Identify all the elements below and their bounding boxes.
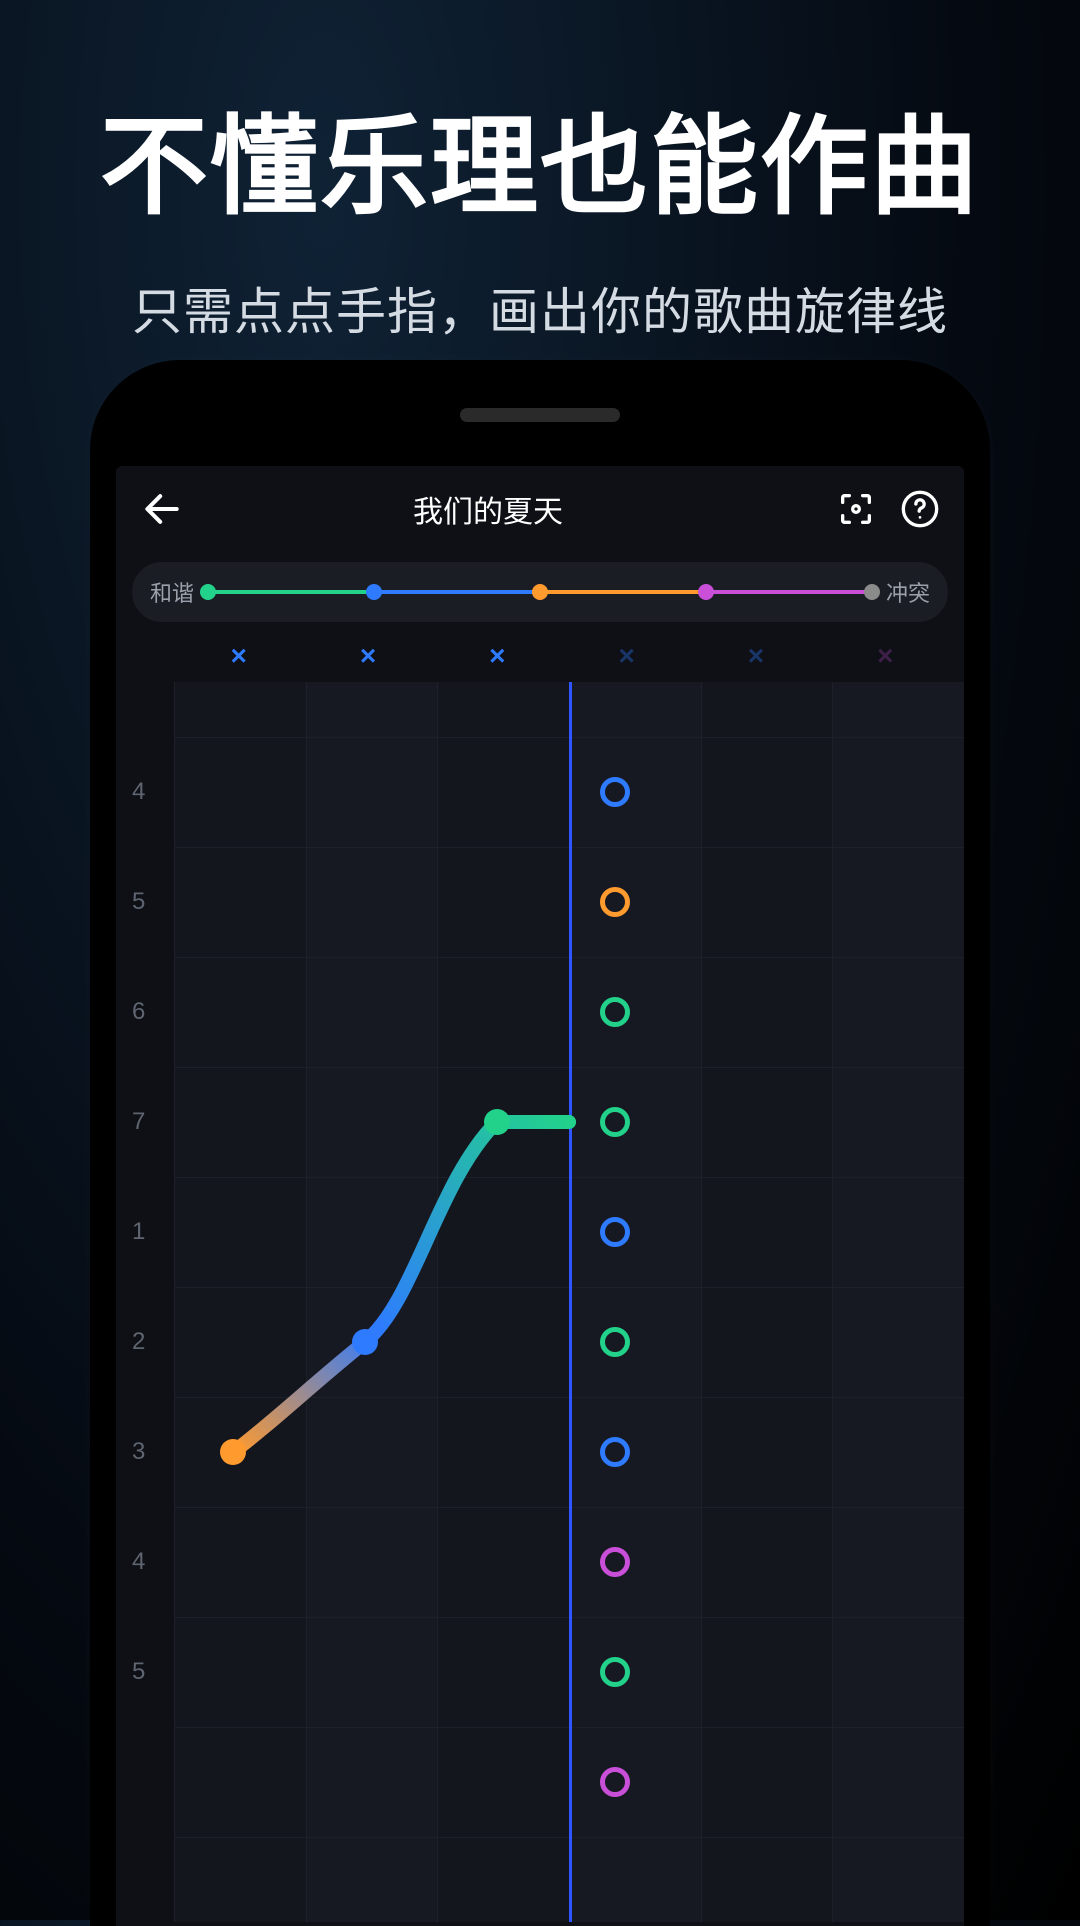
help-button[interactable] [900,489,940,529]
app-header: 我们的夏天 [116,466,964,552]
app-screen: 我们的夏天 [116,466,964,1926]
harmony-stop[interactable] [698,584,714,600]
pitch-label: 7 [132,1108,145,1136]
pitch-label: 2 [132,1328,145,1356]
melody-curve [174,682,964,1922]
column-delete-icon[interactable]: × [691,640,820,672]
harmony-stop[interactable] [532,584,548,600]
melody-grid-wrap: 4 5 6 7 1 2 3 4 5 [132,682,964,1922]
pitch-label: 1 [132,1218,145,1246]
column-delete-icon[interactable]: × [174,640,303,672]
promo-block: 不懂乐理也能作曲 只需点点手指，画出你的歌曲旋律线 [0,0,1080,344]
harmony-segment [374,590,540,594]
column-delete-icon[interactable]: × [433,640,562,672]
pitch-label: 6 [132,998,145,1026]
slider-right-label: 冲突 [886,576,930,608]
pitch-label: 3 [132,1438,145,1466]
melody-node[interactable] [484,1109,510,1135]
question-circle-icon [900,489,940,529]
harmony-track[interactable] [208,590,872,594]
column-delete-icon[interactable]: × [303,640,432,672]
column-delete-icon[interactable]: × [562,640,691,672]
harmony-stop[interactable] [366,584,382,600]
harmony-segment [706,590,872,594]
promo-headline: 不懂乐理也能作曲 [0,80,1080,236]
pitch-label: 5 [132,888,145,916]
device-frame: 我们的夏天 [90,360,990,1926]
harmony-stop[interactable] [200,584,216,600]
pitch-label: 5 [132,1658,145,1686]
melody-node[interactable] [352,1329,378,1355]
harmony-segment [540,590,706,594]
pitch-label: 4 [132,778,145,806]
promo-subline: 只需点点手指，画出你的歌曲旋律线 [0,272,1080,344]
harmony-segment [208,590,374,594]
column-delete-row: ×××××× [116,622,964,672]
scan-icon [836,489,876,529]
column-delete-icon[interactable]: × [821,640,950,672]
scan-button[interactable] [836,489,876,529]
slider-left-label: 和谐 [150,576,194,608]
song-title: 我们的夏天 [158,487,818,531]
melody-grid[interactable] [174,682,964,1922]
pitch-axis-labels: 4 5 6 7 1 2 3 4 5 [132,682,172,1922]
phone-speaker [460,408,620,422]
harmony-slider[interactable]: 和谐 冲突 [132,562,948,622]
harmony-stop[interactable] [864,584,880,600]
pitch-label: 4 [132,1548,145,1576]
melody-node[interactable] [220,1439,246,1465]
